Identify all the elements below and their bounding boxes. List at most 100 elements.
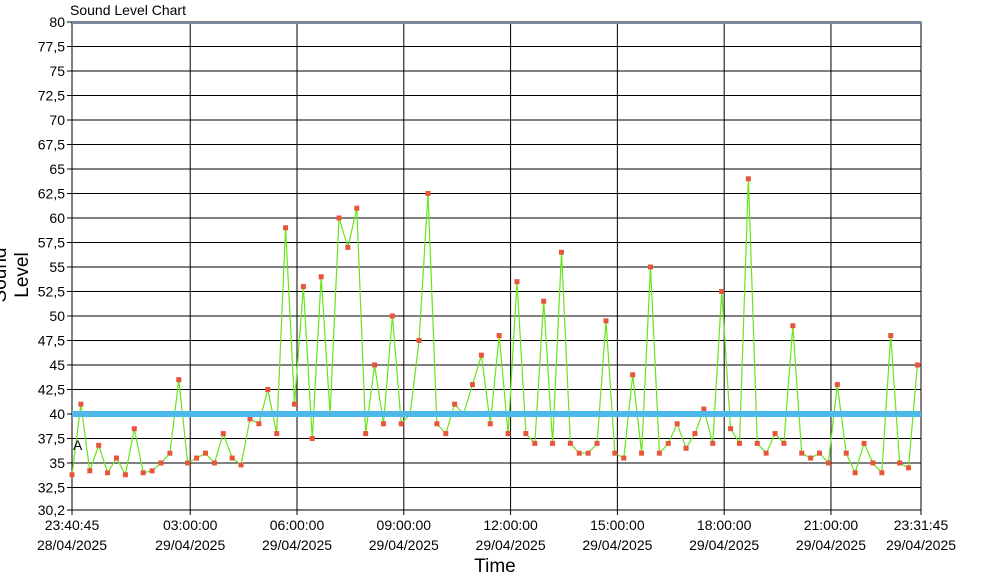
data-point (558, 249, 564, 255)
x-tick-date: 29/04/2025 (476, 537, 546, 553)
data-point (585, 450, 591, 456)
data-point (888, 333, 894, 339)
x-tick-date: 29/04/2025 (262, 537, 332, 553)
data-point (683, 445, 689, 451)
y-tick-label: 42,5 (38, 381, 65, 397)
y-tick-label: 72,5 (38, 87, 65, 103)
data-point (122, 472, 128, 478)
data-point (745, 176, 751, 182)
chart-grid (71, 21, 922, 511)
data-point (897, 460, 903, 466)
data-point (256, 421, 262, 427)
data-point (398, 421, 404, 427)
data-point (532, 440, 538, 446)
data-point (167, 450, 173, 456)
y-tick-label: 77,5 (38, 38, 65, 54)
data-point (318, 274, 324, 280)
data-point (283, 225, 289, 231)
data-point (363, 431, 369, 437)
y-tick-label: 67,5 (38, 136, 65, 152)
y-axis-ticks: 30,2 32,5 35 37,5 40 42,5 45 47,5 50 52,5 55 57,5 60… (38, 14, 72, 518)
data-point (416, 337, 422, 343)
data-point (576, 450, 582, 456)
data-point (719, 288, 725, 294)
data-point (567, 440, 573, 446)
data-point (754, 440, 760, 446)
annotation-label: A (73, 437, 83, 453)
data-point (469, 382, 475, 388)
data-point (665, 440, 671, 446)
x-tick-date: 29/04/2025 (796, 537, 866, 553)
data-point (808, 455, 814, 461)
data-point (870, 460, 876, 466)
data-point (131, 426, 137, 432)
data-point (345, 244, 351, 250)
x-tick-time: 21:00:00 (804, 517, 859, 533)
data-point (105, 470, 111, 476)
y-tick-label: 57,5 (38, 234, 65, 250)
data-point (701, 406, 707, 412)
x-tick-date: 28/04/2025 (37, 537, 107, 553)
data-point (158, 460, 164, 466)
data-point (621, 455, 627, 461)
data-point (372, 362, 378, 368)
x-tick-time: 15:00:00 (590, 517, 645, 533)
data-point (443, 431, 449, 437)
x-tick-time: 12:00:00 (483, 517, 538, 533)
data-point (149, 468, 155, 474)
data-point (202, 450, 208, 456)
data-point (425, 190, 431, 196)
x-tick-date: 29/04/2025 (886, 537, 956, 553)
data-point (291, 401, 297, 407)
data-point (879, 470, 885, 476)
data-point (914, 362, 920, 368)
y-tick-label: 65 (49, 161, 65, 177)
y-tick-label: 50 (49, 308, 65, 324)
data-point (354, 205, 360, 211)
data-point (825, 460, 831, 466)
data-point (763, 450, 769, 456)
data-point (229, 455, 235, 461)
y-tick-label: 37,5 (38, 430, 65, 446)
y-tick-label: 55 (49, 259, 65, 275)
data-point (87, 468, 93, 474)
data-point (211, 460, 217, 466)
data-point (194, 455, 200, 461)
data-point (639, 450, 645, 456)
data-point (550, 440, 556, 446)
sound-level-chart: 30,2 32,5 35 37,5 40 42,5 45 47,5 50 52,5 55 57,5 60… (37, 14, 956, 553)
data-point (309, 435, 315, 441)
data-point (834, 382, 840, 388)
data-point (630, 372, 636, 378)
data-point (274, 431, 280, 437)
data-point (96, 442, 102, 448)
x-tick-date: 29/04/2025 (582, 537, 652, 553)
y-tick-label: 47,5 (38, 332, 65, 348)
data-point (452, 401, 458, 407)
data-point (603, 318, 609, 324)
x-axis-ticks: 23:40:45 28/04/2025 03:00:00 29/04/2025 06:0… (37, 510, 956, 553)
data-point (434, 421, 440, 427)
data-point (612, 450, 618, 456)
y-tick-label: 32,5 (38, 479, 65, 495)
data-point (78, 401, 84, 407)
data-point (817, 450, 823, 456)
data-point (487, 421, 493, 427)
data-point (220, 431, 226, 437)
data-point (380, 421, 386, 427)
data-point (496, 333, 502, 339)
data-point (265, 386, 271, 392)
data-point (505, 431, 511, 437)
data-point (389, 313, 395, 319)
data-point (772, 431, 778, 437)
y-tick-label: 80 (49, 14, 65, 30)
data-point (541, 298, 547, 304)
x-tick-date: 29/04/2025 (689, 537, 759, 553)
data-point (728, 426, 734, 432)
y-tick-label: 60 (49, 210, 65, 226)
x-tick-time: 03:00:00 (163, 517, 218, 533)
data-point (247, 416, 253, 422)
y-tick-label: 40 (49, 406, 65, 422)
x-tick-time: 18:00:00 (697, 517, 752, 533)
data-point (69, 472, 75, 478)
